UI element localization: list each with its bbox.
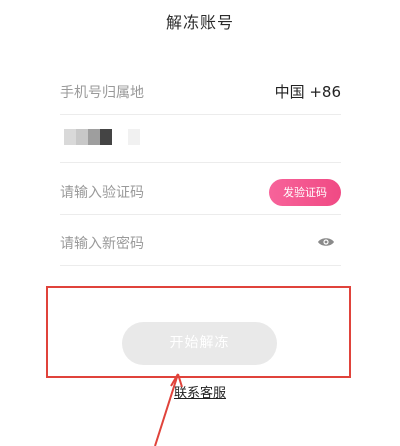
contact-support-link[interactable]: 联系客服 (174, 382, 226, 401)
new-password-field[interactable]: 请输入新密码 (60, 221, 341, 266)
verification-code-field[interactable]: 请输入验证码 发验证码 (60, 170, 341, 215)
verification-code-placeholder: 请输入验证码 (60, 185, 144, 201)
page-title: 解冻账号 (165, 13, 234, 32)
send-code-button[interactable]: 发验证码 (269, 179, 341, 206)
eye-icon[interactable] (317, 236, 335, 248)
region-label: 手机号归属地 (60, 85, 144, 101)
new-password-placeholder: 请输入新密码 (60, 236, 144, 252)
phone-field[interactable] (60, 118, 341, 163)
region-row[interactable]: 手机号归属地 中国 +86 (60, 70, 341, 115)
start-unfreeze-button[interactable]: 开始解冻 (122, 322, 277, 365)
region-value[interactable]: 中国 +86 (275, 81, 341, 102)
